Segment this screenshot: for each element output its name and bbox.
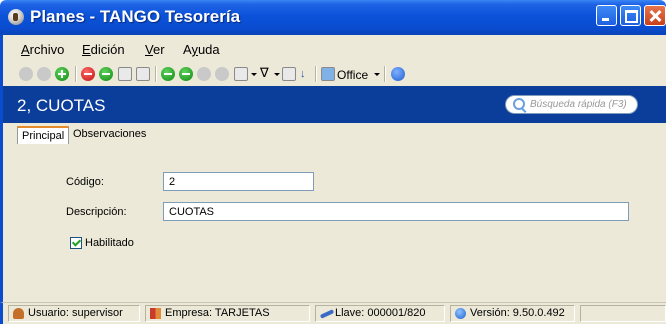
office-icon[interactable] [321,67,335,81]
add-icon[interactable] [55,67,69,81]
menu-ayuda-label: uda [197,42,220,57]
edit-icon[interactable] [99,67,113,81]
confirm-icon[interactable] [19,67,33,81]
last-record-icon[interactable] [215,67,229,81]
status-empty-panel [580,305,666,322]
tab-principal[interactable]: Principal [17,126,70,144]
maximize-button[interactable] [620,5,641,26]
descripcion-label: Descripción: [66,206,127,218]
habilitado-label: Habilitado [85,237,134,249]
title-bar: Planes - TANGO Tesorería [0,0,666,35]
status-usuario: Usuario: supervisor [8,305,140,322]
grid-icon[interactable] [282,67,296,81]
menu-edicion-accel: E [82,42,91,57]
next-record-icon[interactable] [197,67,211,81]
company-icon [150,308,161,319]
status-empresa-text: Empresa: TARJETAS [165,307,270,319]
status-llave: Llave: 000001/820 [315,305,445,322]
toolbar-separator [155,66,157,82]
tab-bar: Principal Observaciones [0,123,666,145]
status-version-text: Versión: 9.50.0.492 [470,307,565,319]
user-icon [13,308,24,319]
cancel-icon[interactable] [37,67,51,81]
app-icon[interactable] [8,9,24,25]
form-panel: Código: 2 Descripción: CUOTAS Habilitado [0,145,666,302]
toolbar-separator [315,66,317,82]
menu-ayuda[interactable]: Ayuda [183,42,220,57]
columns-icon[interactable] [234,67,248,81]
report-icon[interactable] [136,67,150,81]
status-empresa: Empresa: TARJETAS [145,305,310,322]
menu-archivo-label: rchivo [29,42,65,57]
search-icon [513,98,525,110]
delete-icon[interactable] [81,67,95,81]
descripcion-field[interactable]: CUOTAS [163,202,629,221]
toolbar-separator [384,66,386,82]
previous-record-icon[interactable] [179,67,193,81]
menu-ver[interactable]: Ver [145,42,165,57]
menu-ver-label: er [152,42,165,57]
close-button[interactable] [644,5,666,26]
menu-archivo-accel: A [21,42,30,57]
chevron-down-icon[interactable] [274,73,280,76]
record-header: 2, CUOTAS Búsqueda rápida (F3) [0,86,666,123]
menu-ver-accel: V [145,42,153,57]
help-icon[interactable] [391,67,405,81]
chevron-down-icon[interactable] [374,73,380,76]
filter-icon[interactable]: ∇ [260,65,269,81]
codigo-field[interactable]: 2 [163,172,314,191]
menu-edicion-label: dición [90,42,125,57]
habilitado-checkbox[interactable] [70,237,82,249]
codigo-label: Código: [66,176,104,188]
status-usuario-text: Usuario: supervisor [28,307,123,319]
menu-bar: Archivo Edición Ver Ayuda [0,35,666,62]
status-version: Versión: 9.50.0.492 [450,305,575,322]
search-input[interactable]: Búsqueda rápida (F3) [505,95,638,114]
menu-edicion[interactable]: Edición [82,42,125,57]
status-llave-text: Llave: 000001/820 [335,307,426,319]
toolbar: ∇ ↓ Office [0,62,666,86]
info-icon [455,308,466,319]
toolbar-separator [75,66,77,82]
search-placeholder: Búsqueda rápida (F3) [530,99,627,110]
minimize-button[interactable] [596,5,617,26]
sort-icon[interactable]: ↓ [300,68,306,80]
chevron-down-icon[interactable] [251,73,257,76]
record-title: 2, CUOTAS [17,96,106,115]
print-icon[interactable] [118,67,132,81]
first-record-icon[interactable] [161,67,175,81]
office-button[interactable]: Office [337,68,368,82]
menu-archivo[interactable]: Archivo [21,42,64,57]
window-title: Planes - TANGO Tesorería [30,7,241,26]
tab-observaciones[interactable]: Observaciones [69,126,150,144]
status-bar: Usuario: supervisor Empresa: TARJETAS Ll… [0,302,666,324]
key-icon [319,309,335,319]
